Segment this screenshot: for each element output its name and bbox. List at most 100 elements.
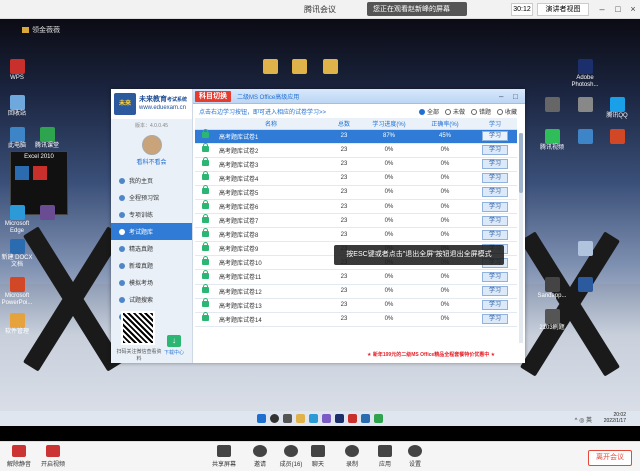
desktop-icon-2103[interactable]: 2103刷题: [535, 309, 569, 332]
study-button[interactable]: 学习: [482, 187, 508, 198]
paper-accuracy: 0%: [417, 171, 473, 186]
table-row[interactable]: 高考题库试卷7 23 0% 0% 学习: [195, 213, 517, 229]
desktop-icon-r4[interactable]: [600, 129, 634, 145]
study-button[interactable]: 学习: [482, 300, 508, 311]
desktop-icon-r6[interactable]: [568, 277, 602, 293]
study-button[interactable]: 学习: [482, 201, 508, 212]
study-button[interactable]: 学习: [482, 229, 508, 240]
table-row[interactable]: 高考题库试卷11 23 0% 0% 学习: [195, 269, 517, 285]
settings-button[interactable]: 设置: [398, 445, 432, 468]
start-video-button[interactable]: 开启视频: [36, 445, 70, 468]
study-button[interactable]: 学习: [482, 173, 508, 184]
leave-meeting-button[interactable]: 离开会议: [588, 450, 632, 466]
speaker-view-button[interactable]: 演讲者视图: [537, 3, 589, 16]
desktop-icon-photoshop[interactable]: Adobe Photosh...: [568, 59, 602, 89]
minimize-icon[interactable]: –: [596, 2, 608, 16]
maximize-icon[interactable]: □: [612, 2, 624, 16]
table-row[interactable]: 高考题库试卷12 23 0% 0% 学习: [195, 284, 517, 299]
filter-radio-2[interactable]: 错题: [470, 107, 491, 116]
table-row[interactable]: 高考题库试卷3 23 0% 0% 学习: [195, 157, 517, 172]
maximize-icon[interactable]: □: [513, 92, 518, 101]
table-row[interactable]: 高考题库试卷1 23 87% 45% 学习: [195, 129, 517, 144]
study-button[interactable]: 学习: [482, 271, 508, 282]
sidebar-item-7[interactable]: 试题搜索: [111, 291, 192, 308]
sidebar-item-5[interactable]: 新增真题: [111, 257, 192, 274]
filter-radio-3[interactable]: 收藏: [496, 107, 517, 116]
study-button[interactable]: 学习: [482, 131, 508, 142]
paper-total: 23: [327, 199, 361, 215]
table-row[interactable]: 高考题库试卷13 23 0% 0% 学习: [195, 298, 517, 313]
table-row[interactable]: 高考题库试卷5 23 0% 0% 学习: [195, 185, 517, 200]
explorer-icon[interactable]: [296, 414, 305, 423]
sidebar-item-6[interactable]: 模拟考场: [111, 274, 192, 291]
filter-radio-1[interactable]: 未做: [444, 107, 465, 116]
table-row[interactable]: 高考题库试卷2 23 0% 0% 学习: [195, 143, 517, 158]
photoshop-icon[interactable]: [335, 414, 344, 423]
promo-banner[interactable]: ★ 新年199元的二级MS Office精品全程套餐特价优惠中 ★: [367, 351, 523, 361]
unlock-icon: [201, 255, 209, 265]
app-icon[interactable]: [374, 414, 383, 423]
sidebar-item-4[interactable]: 精选真题: [111, 240, 192, 257]
subject-switch-button[interactable]: 科目切换: [195, 90, 231, 102]
download-center-button[interactable]: ↓ 下载中心: [163, 335, 185, 356]
download-icon: ↓: [167, 335, 181, 347]
start-icon[interactable]: [257, 414, 266, 423]
desktop-icon-qq[interactable]: 腾讯QQ: [600, 97, 634, 120]
sidebar-item-3[interactable]: 考试题库: [111, 223, 192, 240]
invite-button[interactable]: 邀请: [243, 445, 277, 468]
sidebar-item-0[interactable]: 我的主页: [111, 172, 192, 189]
desktop-icon-manager[interactable]: 软件管理: [0, 313, 34, 336]
system-tray[interactable]: ^ ◎ 英: [575, 415, 592, 424]
study-button[interactable]: 学习: [482, 215, 508, 226]
ppt-icon[interactable]: [348, 414, 357, 423]
share-status-pill[interactable]: 您正在观看赵新峰的屏幕: [367, 2, 467, 16]
table-row[interactable]: 高考题库试卷4 23 0% 0% 学习: [195, 171, 517, 186]
desktop-icon-video[interactable]: 腾讯视频: [535, 129, 569, 152]
study-button[interactable]: 学习: [482, 145, 508, 156]
apps-button[interactable]: 应用: [368, 445, 402, 468]
filter-group: 全部 未做 错题 收藏: [418, 107, 517, 116]
chat-button[interactable]: 聊天: [301, 445, 335, 468]
study-button[interactable]: 学习: [482, 159, 508, 170]
sidebar-item-2[interactable]: 专项训练: [111, 206, 192, 223]
desktop-icon-app[interactable]: WPS: [0, 59, 34, 82]
table-row[interactable]: 高考题库试卷14 23 0% 0% 学习: [195, 312, 517, 327]
table-row[interactable]: 高考题库试卷8 23 0% 0% 学习: [195, 227, 517, 243]
desktop-icon-r1[interactable]: [535, 97, 569, 113]
word-icon[interactable]: [361, 414, 370, 423]
desktop-folder-2[interactable]: [282, 59, 316, 75]
desktop-icon-r5[interactable]: [568, 241, 602, 257]
desktop-icon-r2[interactable]: [568, 97, 602, 113]
desktop-icon-recycle[interactable]: 回收站: [0, 95, 34, 118]
desktop-icon-r3[interactable]: [568, 129, 602, 145]
desktop-folder-3[interactable]: [313, 59, 347, 75]
minimize-icon[interactable]: –: [499, 92, 503, 101]
store-icon[interactable]: [322, 414, 331, 423]
desktop-icon-sandapp[interactable]: Sandapp...: [535, 277, 569, 300]
paper-name: 高考题库试卷6: [215, 199, 327, 215]
desktop-icon-ppt[interactable]: Microsoft PowerPoi...: [0, 277, 34, 307]
desktop-icon-pc[interactable]: 此电脑: [0, 127, 34, 150]
share-screen-button[interactable]: 共享屏幕: [207, 445, 241, 468]
study-button[interactable]: 学习: [482, 314, 508, 325]
desktop-icon-edge[interactable]: Microsoft Edge: [0, 205, 34, 235]
filter-radio-0[interactable]: 全部: [418, 107, 439, 116]
unmute-button[interactable]: 解除静音: [2, 445, 36, 468]
username[interactable]: 看科不看会: [111, 157, 192, 166]
table-scrollbar[interactable]: [519, 133, 523, 343]
sidebar-item-1[interactable]: 全程预习馆: [111, 189, 192, 206]
edge-icon[interactable]: [309, 414, 318, 423]
desktop-icon-app2[interactable]: 腾讯课堂: [30, 127, 64, 150]
close-icon[interactable]: ×: [627, 2, 639, 16]
taskbar-clock[interactable]: 20:02 2022/1/17: [604, 412, 626, 424]
study-button[interactable]: 学习: [482, 286, 508, 297]
taskview-icon[interactable]: [283, 414, 292, 423]
paper-accuracy: 0%: [417, 312, 473, 327]
desktop-icon-docx[interactable]: 新建 DOCX 文档: [0, 239, 34, 269]
table-row[interactable]: 高考题库试卷6 23 0% 0% 学习: [195, 199, 517, 215]
record-button[interactable]: 录制: [335, 445, 369, 468]
avatar[interactable]: [141, 135, 162, 155]
search-icon[interactable]: [270, 414, 279, 423]
desktop-icon-game[interactable]: [30, 205, 64, 221]
paper-accuracy: 45%: [417, 129, 473, 144]
